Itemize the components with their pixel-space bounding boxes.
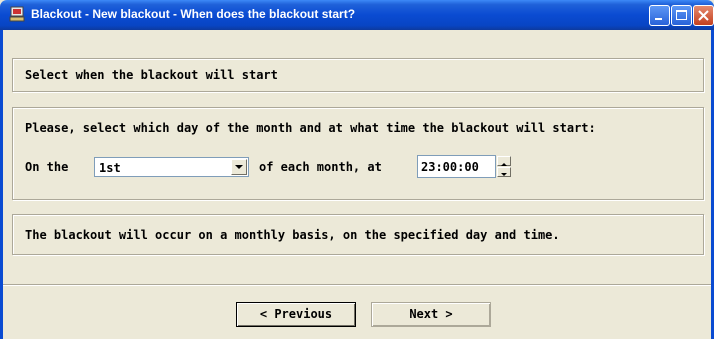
dropdown-button[interactable] (231, 159, 247, 175)
previous-button[interactable]: < Previous (236, 302, 356, 327)
day-of-month-select[interactable]: 1st (94, 157, 249, 177)
day-selected-value: 1st (99, 161, 121, 175)
title-bar[interactable]: Blackout - New blackout - When does the … (0, 0, 714, 30)
on-the-label: On the (25, 160, 69, 174)
next-button[interactable]: Next > (371, 302, 491, 327)
header-text: Select when the blackout will start (25, 68, 278, 82)
minimize-icon (655, 18, 662, 20)
summary-text: The blackout will occur on a monthly bas… (25, 228, 560, 242)
each-month-label: of each month, at (259, 160, 382, 174)
time-spinner[interactable] (497, 156, 511, 177)
window-border-left (0, 30, 3, 339)
window-title: Blackout - New blackout - When does the … (31, 7, 356, 21)
schedule-prompt: Please, select which day of the month an… (25, 121, 596, 135)
maximize-icon (676, 10, 687, 20)
close-icon (698, 10, 709, 21)
start-time-field[interactable]: 23:00:00 (417, 155, 496, 178)
chevron-down-icon (235, 165, 243, 169)
minimize-button[interactable] (649, 5, 670, 26)
close-button[interactable] (693, 5, 714, 26)
spin-down-button[interactable] (497, 167, 511, 177)
start-time-value: 23:00:00 (421, 160, 479, 174)
spin-up-button[interactable] (497, 156, 511, 166)
maximize-button[interactable] (671, 5, 692, 26)
blackout-app-icon (9, 6, 25, 22)
spin-down-icon (501, 173, 507, 176)
footer-separator-highlight (3, 285, 711, 286)
